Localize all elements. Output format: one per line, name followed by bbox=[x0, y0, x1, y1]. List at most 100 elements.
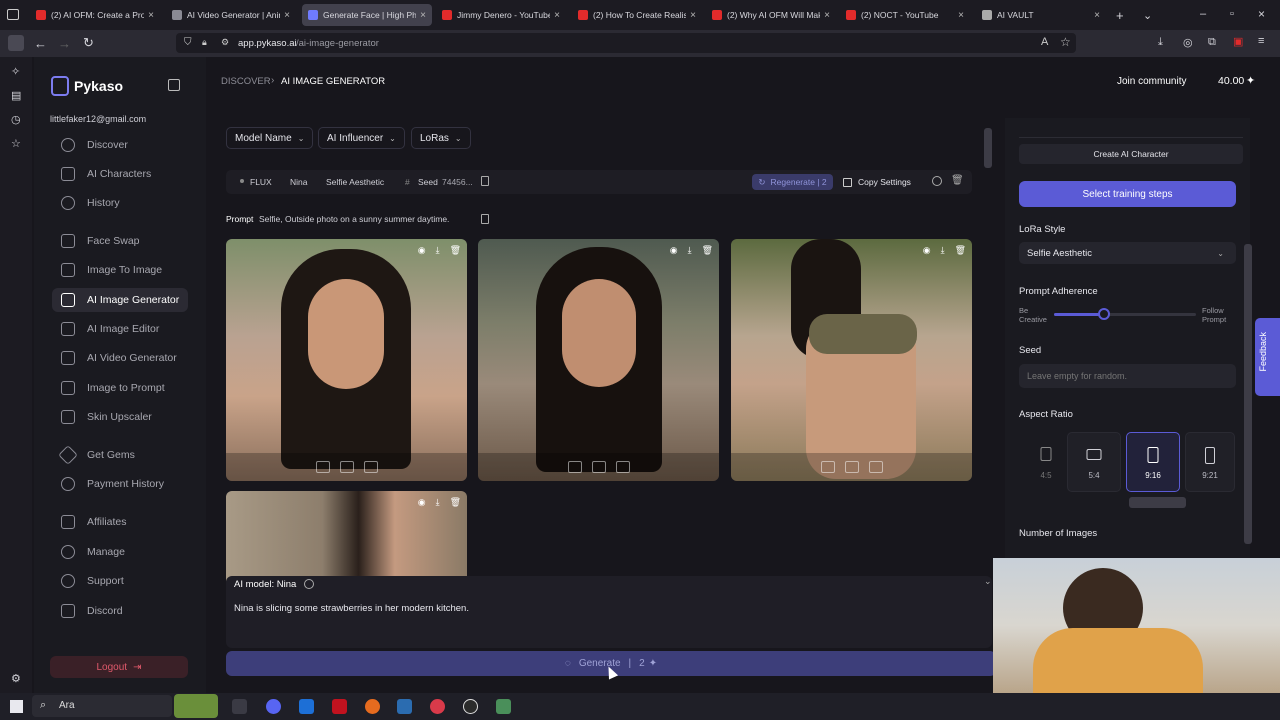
logout-button[interactable]: Logout ⇥ bbox=[50, 656, 188, 678]
file-explorer-icon[interactable] bbox=[397, 699, 412, 714]
red-app-icon[interactable] bbox=[332, 699, 347, 714]
tab-3-active[interactable]: Generate Face | High Photo× bbox=[302, 4, 432, 26]
url-bar[interactable]: ⛉ 🔒︎ ⚙ app.pykaso.ai /ai-image-generator… bbox=[176, 33, 1076, 53]
firefox-icon[interactable] bbox=[365, 699, 380, 714]
generated-image-4[interactable]: ◉ ⤓ 🗑︎ bbox=[226, 491, 467, 586]
account-icon[interactable]: ◎ bbox=[1183, 36, 1193, 49]
close-icon[interactable]: × bbox=[420, 10, 426, 21]
download-icon[interactable]: ⤓ bbox=[436, 245, 440, 256]
extension-badge-icon[interactable]: ▣ bbox=[1233, 35, 1243, 48]
trash-icon[interactable]: 🗑︎ bbox=[702, 245, 713, 256]
lora-style-select[interactable]: Selfie Aesthetic ⌄ bbox=[1019, 242, 1236, 264]
sidebar-item-image-to-image[interactable]: Image To Image bbox=[52, 258, 188, 282]
lock-icon[interactable]: 🔒︎ bbox=[202, 37, 207, 48]
sidebar-item-face-swap[interactable]: Face Swap bbox=[52, 229, 188, 253]
sidebar-item-affiliates[interactable]: Affiliates bbox=[52, 510, 188, 534]
copy-settings-button[interactable]: Copy Settings bbox=[843, 174, 923, 190]
sidebar-item-support[interactable]: Support bbox=[52, 569, 188, 593]
reload-icon[interactable]: ↻ bbox=[83, 35, 94, 51]
ai-model-label[interactable]: AI model: Nina bbox=[234, 579, 296, 590]
main-scrollbar[interactable] bbox=[984, 128, 992, 168]
generated-image-2[interactable]: ◉ ⤓ 🗑︎ bbox=[478, 239, 719, 481]
outlook-icon[interactable] bbox=[299, 699, 314, 714]
synced-tabs-icon[interactable]: ▤ bbox=[11, 89, 21, 102]
sidebar-item-image-to-prompt[interactable]: Image to Prompt bbox=[52, 376, 188, 400]
sidebar-item-manage[interactable]: Manage bbox=[52, 540, 188, 564]
sidebar-item-ai-video-generator[interactable]: AI Video Generator bbox=[52, 346, 188, 370]
maximize-icon[interactable]: ▫ bbox=[1230, 8, 1234, 20]
close-icon[interactable]: × bbox=[690, 10, 696, 21]
tab-1[interactable]: (2) AI OFM: Create a Profita× bbox=[30, 4, 160, 26]
chevron-down-icon[interactable]: ⌄ bbox=[984, 576, 992, 587]
widget-image[interactable] bbox=[174, 694, 218, 718]
adherence-slider-thumb[interactable] bbox=[1097, 308, 1110, 320]
edit-icon[interactable] bbox=[339, 461, 354, 473]
regenerate-button[interactable]: ↻ Regenerate | 2 bbox=[752, 174, 833, 190]
view-icon[interactable]: ◉ bbox=[923, 245, 931, 256]
tab-5[interactable]: (2) How To Create Realistic × bbox=[572, 4, 702, 26]
discord-icon[interactable] bbox=[266, 699, 281, 714]
credits-balance[interactable]: 40.00 bbox=[1218, 75, 1244, 87]
minimize-icon[interactable]: – bbox=[1200, 8, 1206, 20]
upscale-icon[interactable] bbox=[820, 461, 835, 473]
join-community-link[interactable]: Join community bbox=[1117, 76, 1186, 87]
download-icon[interactable]: ⤓ bbox=[941, 245, 945, 256]
select-training-steps-button[interactable]: Select training steps bbox=[1019, 181, 1236, 207]
ai-chat-icon[interactable]: ✧ bbox=[11, 65, 20, 78]
shield-icon[interactable]: ⛉ bbox=[184, 37, 192, 48]
star-icon[interactable]: ☆ bbox=[1060, 35, 1071, 49]
menu-icon[interactable]: ≡ bbox=[1258, 35, 1264, 47]
view-icon[interactable]: ◉ bbox=[418, 245, 426, 256]
download-icon[interactable]: ⤓ bbox=[688, 245, 692, 256]
tab-4[interactable]: Jimmy Denero - YouTube × bbox=[436, 4, 566, 26]
history-icon[interactable]: ◷ bbox=[11, 113, 21, 126]
sidebar-item-history[interactable]: History bbox=[52, 191, 188, 215]
aspect-4-5[interactable]: 4:5 bbox=[1019, 432, 1073, 492]
info-icon[interactable] bbox=[932, 176, 942, 186]
close-icon[interactable]: × bbox=[284, 10, 290, 21]
back-icon[interactable]: ← bbox=[34, 36, 47, 51]
prompt-textarea[interactable]: Nina is slicing some strawberries in her… bbox=[234, 603, 974, 633]
sidebar-item-discord[interactable]: Discord bbox=[52, 599, 188, 623]
view-icon[interactable]: ◉ bbox=[670, 245, 678, 256]
tab-2[interactable]: AI Video Generator | Anima × bbox=[166, 4, 296, 26]
close-icon[interactable]: × bbox=[958, 10, 964, 21]
copy-seed-icon[interactable] bbox=[481, 176, 489, 186]
sidebar-toggle-icon[interactable] bbox=[8, 35, 24, 51]
aspect-9-16-selected[interactable]: 9:16 bbox=[1126, 432, 1180, 492]
extensions-icon[interactable]: ⧉ bbox=[1208, 36, 1216, 49]
download-icon[interactable]: ⤓ bbox=[436, 497, 440, 508]
aspect-9-21[interactable]: 9:21 bbox=[1185, 432, 1235, 492]
sidebar-item-ai-characters[interactable]: AI Characters bbox=[52, 162, 188, 186]
taskbar-search-box[interactable]: ⌕ Ara bbox=[32, 695, 172, 717]
upscale-icon[interactable] bbox=[315, 461, 330, 473]
sidebar-item-skin-upscaler[interactable]: Skin Upscaler bbox=[52, 405, 188, 429]
clock-app-icon[interactable] bbox=[463, 699, 478, 714]
task-view-icon[interactable] bbox=[232, 699, 247, 714]
close-icon[interactable]: × bbox=[1094, 10, 1100, 21]
video-icon[interactable] bbox=[363, 461, 378, 473]
sidebar-item-ai-image-generator[interactable]: AI Image Generator bbox=[52, 288, 188, 312]
generated-image-1[interactable]: ◉ ⤓ 🗑︎ bbox=[226, 239, 467, 481]
view-icon[interactable]: ◉ bbox=[418, 497, 426, 508]
edit-icon[interactable] bbox=[844, 461, 859, 473]
copy-prompt-icon[interactable] bbox=[481, 214, 489, 224]
close-icon[interactable]: × bbox=[554, 10, 560, 21]
trash-icon[interactable]: 🗑︎ bbox=[955, 245, 966, 256]
loras-dropdown[interactable]: LoRas ⌄ bbox=[411, 127, 471, 149]
maps-icon[interactable] bbox=[430, 699, 445, 714]
close-window-icon[interactable]: × bbox=[1258, 7, 1265, 21]
edit-icon[interactable] bbox=[591, 461, 606, 473]
trash-icon[interactable]: 🗑︎ bbox=[951, 175, 964, 186]
new-tab-icon[interactable]: + bbox=[1116, 8, 1124, 23]
sidebar-item-get-gems[interactable]: Get Gems bbox=[52, 443, 188, 467]
tab-list-icon[interactable] bbox=[7, 9, 19, 20]
close-icon[interactable]: × bbox=[824, 10, 830, 21]
sidebar-item-ai-image-editor[interactable]: AI Image Editor bbox=[52, 317, 188, 341]
ai-influencer-dropdown[interactable]: AI Influencer ⌄ bbox=[318, 127, 405, 149]
settings-icon[interactable]: ⚙ bbox=[11, 672, 21, 685]
video-icon[interactable] bbox=[615, 461, 630, 473]
trash-icon[interactable]: 🗑︎ bbox=[450, 497, 461, 508]
tab-7[interactable]: (2) NOCT - YouTube × bbox=[840, 4, 970, 26]
close-icon[interactable]: × bbox=[148, 10, 154, 21]
